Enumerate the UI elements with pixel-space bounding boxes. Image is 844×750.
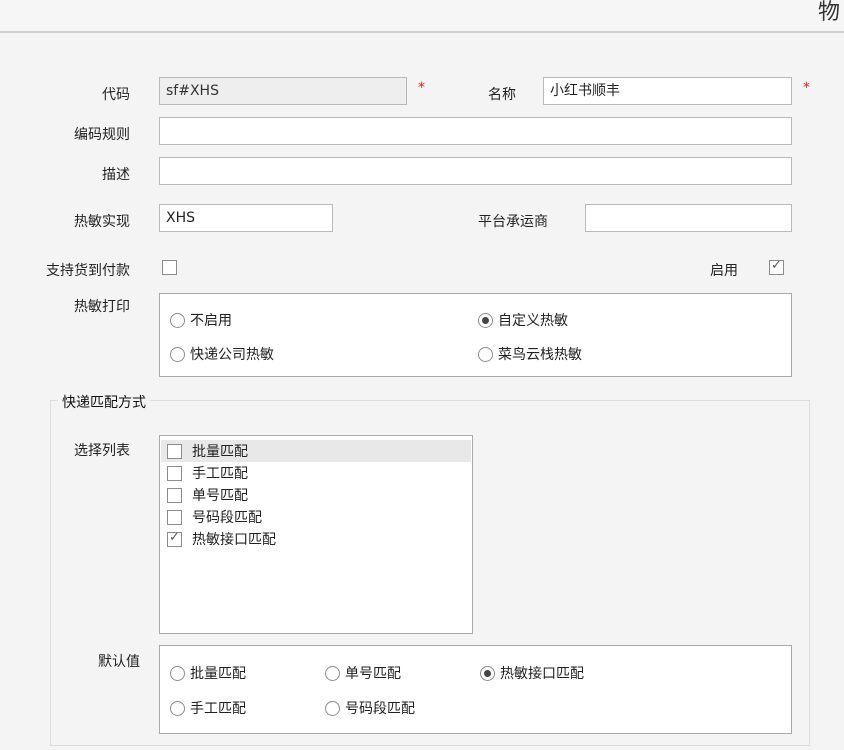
thermal-impl-label: 热敏实现: [74, 214, 130, 230]
radio-label: 菜鸟云栈热敏: [498, 347, 582, 363]
thermal-print-label: 热敏打印: [74, 299, 130, 315]
name-label: 名称: [488, 87, 516, 103]
list-item-number-match[interactable]: 单号匹配: [161, 484, 471, 506]
radio-selected-icon: [478, 312, 493, 328]
code-label: 代码: [102, 87, 130, 103]
radio-thermal-cainiao[interactable]: 菜鸟云栈热敏: [478, 344, 582, 364]
radio-label: 号码段匹配: [345, 701, 415, 717]
radio-label: 不启用: [190, 313, 232, 329]
code-field[interactable]: sf#XHS: [159, 77, 407, 105]
radio-selected-icon: [480, 665, 495, 681]
radio-label: 自定义热敏: [498, 313, 568, 329]
select-list-label: 选择列表: [74, 443, 130, 459]
radio-circle-icon: [478, 346, 493, 362]
code-required-mark: *: [418, 80, 425, 96]
list-item-label: 批量匹配: [192, 444, 248, 460]
radio-circle-icon: [170, 700, 185, 716]
name-field[interactable]: 小红书顺丰: [543, 77, 792, 105]
radio-default-number[interactable]: 单号匹配: [325, 663, 401, 683]
checkbox-icon[interactable]: [167, 509, 182, 525]
radio-circle-icon: [170, 665, 185, 681]
radio-thermal-courier[interactable]: 快递公司热敏: [170, 344, 274, 364]
radio-circle-icon: [170, 312, 185, 328]
radio-label: 批量匹配: [190, 666, 246, 682]
list-item-manual-match[interactable]: 手工匹配: [161, 462, 471, 484]
radio-label: 单号匹配: [345, 666, 401, 682]
radio-default-batch[interactable]: 批量匹配: [170, 663, 246, 683]
encoding-rule-label: 编码规则: [74, 127, 130, 143]
checkbox-icon[interactable]: [167, 443, 182, 459]
list-item-batch-match[interactable]: 批量匹配: [161, 440, 471, 462]
enable-label: 启用: [710, 263, 738, 279]
thermal-print-box: 不启用 自定义热敏 快递公司热敏 菜鸟云栈热敏: [159, 293, 792, 377]
radio-thermal-custom[interactable]: 自定义热敏: [478, 310, 568, 330]
list-item-label: 热敏接口匹配: [192, 532, 276, 548]
window-titlebar: 物: [0, 0, 844, 33]
list-item-label: 号码段匹配: [192, 510, 262, 526]
radio-default-manual[interactable]: 手工匹配: [170, 698, 246, 718]
checkbox-icon[interactable]: [167, 487, 182, 503]
radio-circle-icon: [325, 700, 340, 716]
name-required-mark: *: [803, 80, 810, 96]
checkbox-checked-icon[interactable]: [167, 530, 182, 547]
checkbox-icon[interactable]: [167, 465, 182, 481]
radio-label: 快递公司热敏: [190, 347, 274, 363]
platform-carrier-field[interactable]: [585, 204, 792, 232]
radio-circle-icon: [170, 346, 185, 362]
description-field[interactable]: [159, 157, 792, 185]
cod-label: 支持货到付款: [46, 263, 130, 279]
list-item-thermal-api-match[interactable]: 热敏接口匹配: [161, 528, 471, 550]
default-value-box: 批量匹配 单号匹配 热敏接口匹配 手工匹配 号码段匹配: [159, 645, 792, 734]
radio-circle-icon: [325, 665, 340, 681]
window-title: 物: [818, 0, 841, 25]
radio-thermal-disabled[interactable]: 不启用: [170, 310, 232, 330]
description-label: 描述: [102, 167, 130, 183]
list-item-label: 单号匹配: [192, 488, 248, 504]
cod-checkbox[interactable]: [162, 260, 177, 275]
match-method-group-title: 快递匹配方式: [58, 392, 150, 412]
radio-default-range[interactable]: 号码段匹配: [325, 698, 415, 718]
list-item-range-match[interactable]: 号码段匹配: [161, 506, 471, 528]
thermal-impl-field[interactable]: XHS: [159, 204, 333, 232]
platform-carrier-label: 平台承运商: [478, 214, 548, 230]
radio-label: 手工匹配: [190, 701, 246, 717]
list-item-label: 手工匹配: [192, 466, 248, 482]
default-value-label: 默认值: [98, 654, 140, 670]
enable-checkbox[interactable]: [769, 258, 784, 275]
radio-default-thermal-api[interactable]: 热敏接口匹配: [480, 663, 584, 683]
match-method-list[interactable]: 批量匹配 手工匹配 单号匹配 号码段匹配 热敏接口匹配: [159, 435, 473, 634]
encoding-rule-field[interactable]: [159, 117, 792, 145]
radio-label: 热敏接口匹配: [500, 666, 584, 682]
